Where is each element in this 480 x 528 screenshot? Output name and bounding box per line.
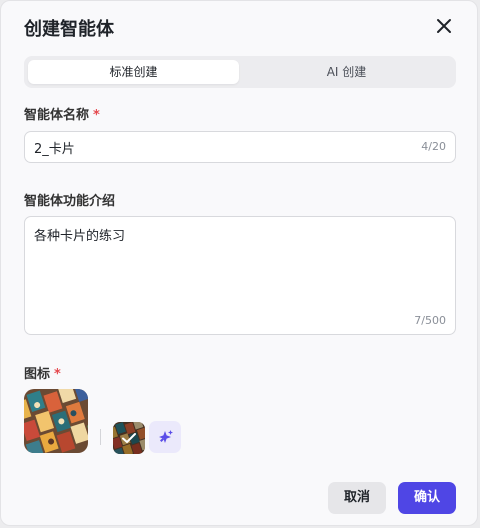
required-mark: * — [54, 367, 61, 382]
agent-description-count: 7/500 — [414, 314, 446, 327]
sparkle-icon — [159, 430, 173, 443]
tab-standard-create[interactable]: 标准创建 — [28, 60, 239, 84]
agent-description-textarea[interactable]: 各种卡片的练习 7/500 — [24, 216, 456, 335]
agent-name-count: 4/20 — [421, 140, 446, 153]
agent-name-label: 智能体名称 * — [24, 108, 100, 123]
agent-description-value: 各种卡片的练习 — [34, 229, 126, 244]
agent-description-label: 智能体功能介绍 — [24, 194, 116, 209]
selected-icon-option[interactable] — [113, 422, 145, 454]
create-mode-tabs: 标准创建 AI 创建 — [24, 56, 456, 88]
tab-ai-create[interactable]: AI 创建 — [241, 60, 452, 84]
close-icon[interactable] — [435, 17, 453, 35]
icon-divider — [100, 429, 101, 445]
agent-name-value: 2_卡片 — [34, 142, 75, 157]
ai-generate-icon-button[interactable] — [149, 421, 181, 453]
selected-overlay — [113, 422, 145, 454]
agent-icon-preview — [24, 389, 88, 453]
create-agent-dialog: 创建智能体 标准创建 AI 创建 智能体名称 * 2_卡片 4/20 智能体功能介… — [0, 0, 478, 526]
required-mark: * — [93, 108, 100, 123]
confirm-button[interactable]: 确认 — [398, 482, 456, 514]
agent-name-input[interactable]: 2_卡片 4/20 — [24, 131, 456, 163]
icon-label: 图标 * — [24, 367, 61, 382]
check-icon — [122, 433, 136, 443]
dialog-title: 创建智能体 — [24, 19, 114, 40]
cancel-button[interactable]: 取消 — [328, 482, 386, 514]
